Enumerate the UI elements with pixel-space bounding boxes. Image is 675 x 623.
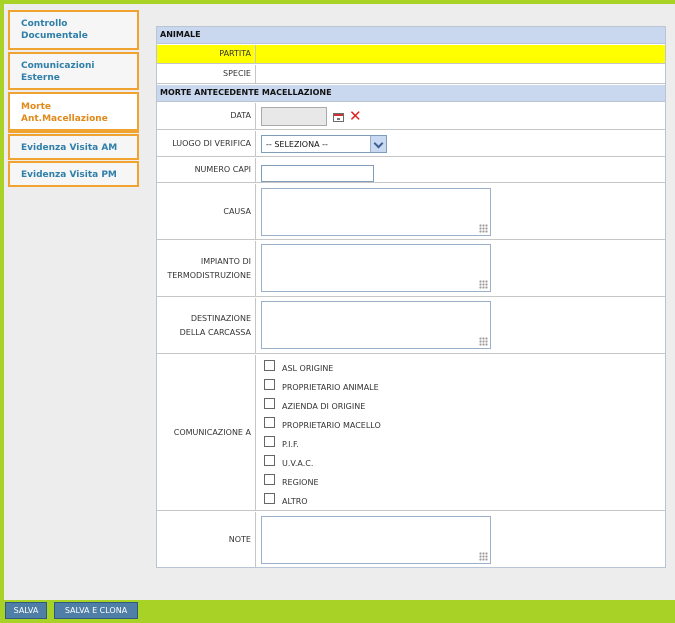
chevron-down-icon[interactable] <box>370 136 386 152</box>
checkbox-label: REGIONE <box>282 478 319 487</box>
checkbox-proprietario-animale[interactable] <box>264 379 275 390</box>
note-label: NOTE <box>157 512 256 568</box>
partita-label: PARTITA <box>157 45 256 63</box>
numero-capi-label: NUMERO CAPI <box>157 158 256 182</box>
bottom-action-bar: SALVA SALVA E CLONA <box>0 600 675 623</box>
checkbox-azienda-di-origine[interactable] <box>264 398 275 409</box>
checkbox-regione[interactable] <box>264 474 275 485</box>
comunicazione-label: COMUNICAZIONE A <box>157 355 256 510</box>
morte-ant-macellazione-form: ANIMALE PARTITA SPECIE MORTE ANTECEDENTE… <box>156 26 666 568</box>
specie-row: SPECIE <box>157 65 665 84</box>
numero-capi-row: NUMERO CAPI <box>157 158 665 183</box>
data-label: DATA <box>157 103 256 129</box>
data-input[interactable] <box>261 107 327 126</box>
destinazione-row: DESTINAZIONE DELLA CARCASSA <box>157 298 665 354</box>
sidebar-item-morte-ant-macellazione[interactable]: Morte Ant.Macellazione <box>8 92 139 133</box>
checkbox-label: P.I.F. <box>282 440 299 449</box>
section-header-animale: ANIMALE <box>157 27 665 44</box>
impianto-label-line2: TERMODISTRUZIONE <box>167 270 251 280</box>
impianto-label-line1: IMPIANTO DI <box>200 256 251 266</box>
causa-textarea[interactable] <box>261 188 491 236</box>
impianto-row: IMPIANTO DI TERMODISTRUZIONE <box>157 241 665 297</box>
checkbox-label: U.V.A.C. <box>282 459 314 468</box>
sidebar-item-label: Ant.Macellazione <box>21 114 108 124</box>
sidebar-item-evidenza-visita-am[interactable]: Evidenza Visita AM <box>8 134 139 160</box>
close-icon[interactable]: ✕ <box>349 109 363 124</box>
resize-grip-icon[interactable] <box>479 224 488 233</box>
resize-grip-icon[interactable] <box>479 280 488 289</box>
checkbox-pif[interactable] <box>264 436 275 447</box>
checkbox-label: AZIENDA DI ORIGINE <box>282 402 366 411</box>
causa-row: CAUSA <box>157 184 665 240</box>
luogo-label: LUOGO DI VERIFICA <box>157 131 256 156</box>
sidebar-item-label: Evidenza Visita AM <box>21 143 118 153</box>
destinazione-label: DESTINAZIONE DELLA CARCASSA <box>157 298 256 353</box>
sidebar-item-controllo-documentale[interactable]: Controllo Documentale <box>8 10 139 50</box>
comunicazione-row: COMUNICAZIONE A ASL ORIGINE PROPRIETARIO… <box>157 355 665 511</box>
luogo-selected-value: -- SELEZIONA -- <box>266 140 328 149</box>
destinazione-label-line2: DELLA CARCASSA <box>179 327 251 337</box>
checkbox-label: ALTRO <box>282 497 308 506</box>
luogo-row: LUOGO DI VERIFICA -- SELEZIONA -- <box>157 131 665 157</box>
save-button[interactable]: SALVA <box>5 602 47 619</box>
impianto-label: IMPIANTO DI TERMODISTRUZIONE <box>157 241 256 296</box>
checkbox-uvac[interactable] <box>264 455 275 466</box>
sidebar-item-label: Controllo <box>21 19 68 29</box>
resize-grip-icon[interactable] <box>479 552 488 561</box>
destinazione-textarea[interactable] <box>261 301 491 349</box>
checkbox-altro[interactable] <box>264 493 275 504</box>
sidebar-item-evidenza-visita-pm[interactable]: Evidenza Visita PM <box>8 161 139 187</box>
calendar-icon[interactable] <box>333 113 344 122</box>
save-and-clone-button[interactable]: SALVA E CLONA <box>54 602 138 619</box>
luogo-select[interactable]: -- SELEZIONA -- <box>261 135 387 153</box>
numero-capi-input[interactable] <box>261 165 374 182</box>
sidebar-item-label: Documentale <box>21 31 88 41</box>
resize-grip-icon[interactable] <box>479 337 488 346</box>
sidebar-item-label: Evidenza Visita PM <box>21 170 117 180</box>
checkbox-asl-origine[interactable] <box>264 360 275 371</box>
sidebar-item-label: Morte <box>21 102 51 112</box>
sidebar-item-label: Comunicazioni <box>21 61 95 71</box>
destinazione-label-line1: DESTINAZIONE <box>190 313 251 323</box>
data-row: DATA ✕ <box>157 103 665 130</box>
checkbox-label: PROPRIETARIO MACELLO <box>282 421 381 430</box>
checkbox-label: ASL ORIGINE <box>282 364 334 373</box>
impianto-textarea[interactable] <box>261 244 491 292</box>
checkbox-label: PROPRIETARIO ANIMALE <box>282 383 379 392</box>
sidebar-item-label: Esterne <box>21 73 60 83</box>
note-textarea[interactable] <box>261 516 491 564</box>
checkbox-proprietario-macello[interactable] <box>264 417 275 428</box>
partita-row: PARTITA <box>157 45 665 64</box>
sidebar-item-comunicazioni-esterne[interactable]: Comunicazioni Esterne <box>8 52 139 90</box>
note-row: NOTE <box>157 512 665 568</box>
causa-label: CAUSA <box>157 184 256 239</box>
specie-label: SPECIE <box>157 65 256 83</box>
section-header-morte: MORTE ANTECEDENTE MACELLAZIONE <box>157 85 665 102</box>
